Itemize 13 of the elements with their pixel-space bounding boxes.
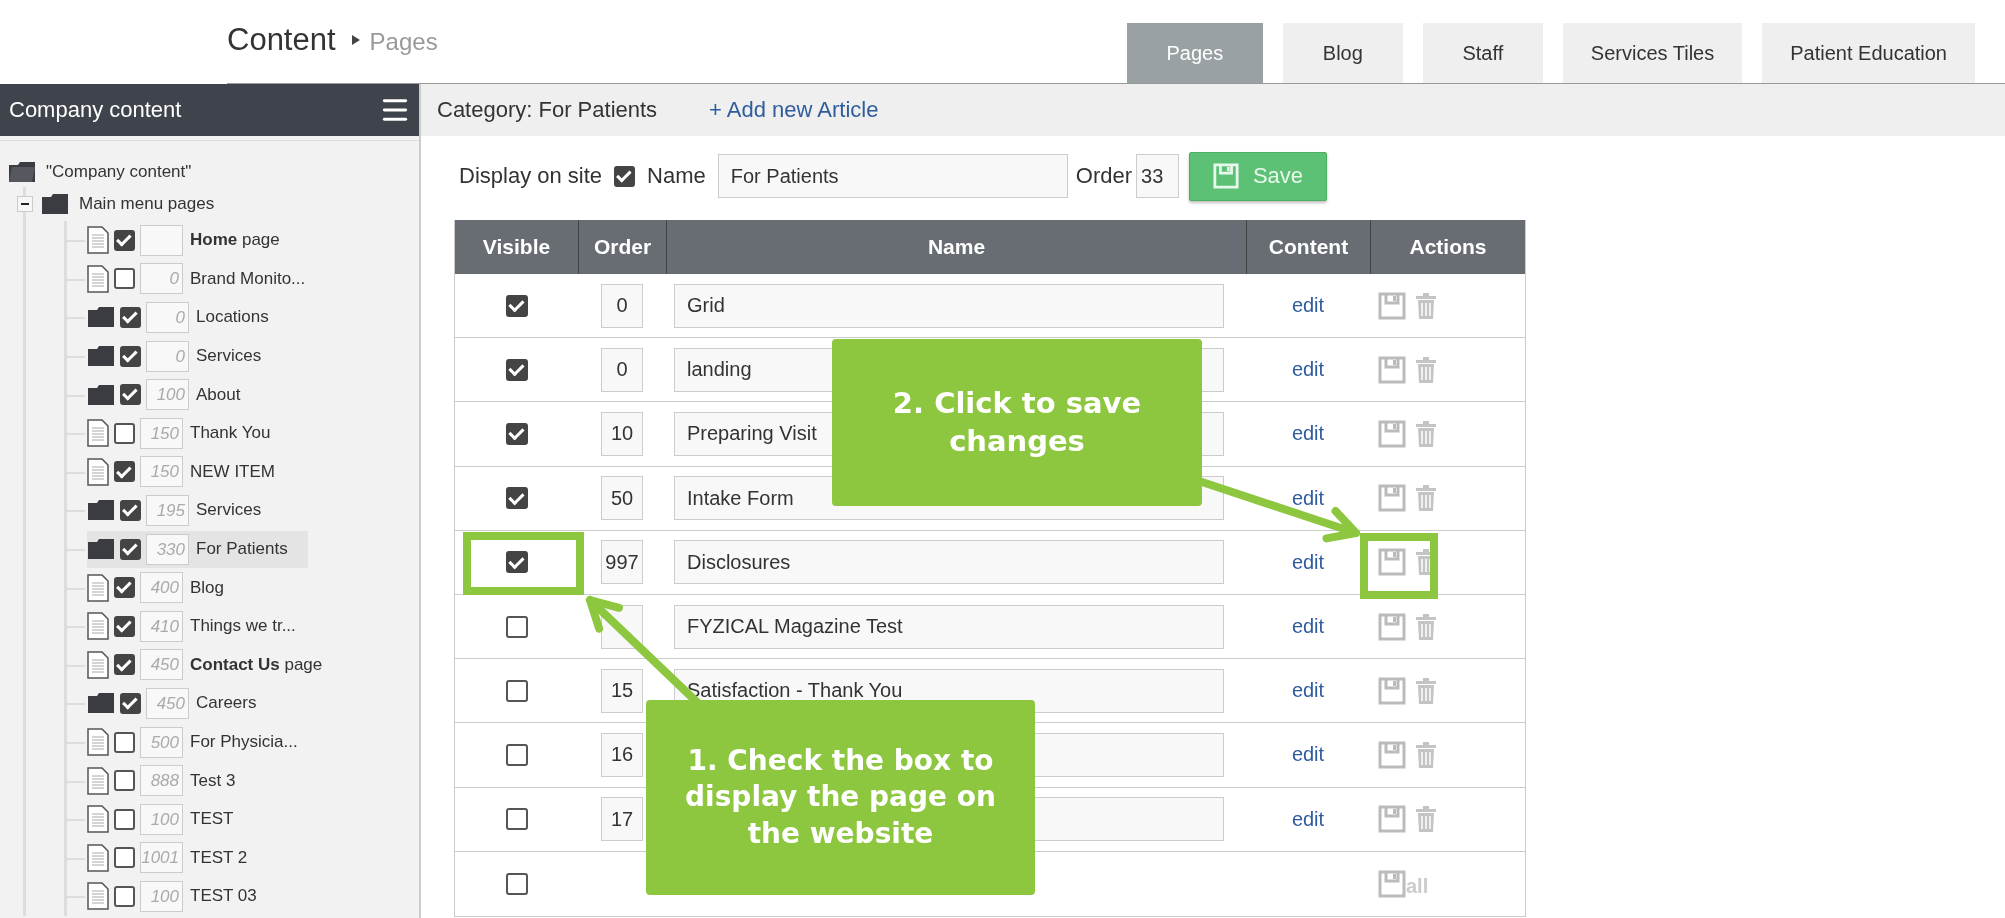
sidebar-title: Company content [9,97,182,123]
field-label: Display on site [459,163,603,189]
page-title: Content [227,21,336,58]
field-label: Order [1075,163,1132,189]
callout-tooltip: 1. Check the box to display the page on the website [646,700,1035,895]
column-header: Actions [1370,220,1525,274]
field-label: Name [647,163,706,189]
category-label: Category: For Patients [437,97,658,123]
column-header: Visible [455,220,578,274]
callout-tooltip: 2. Click to save changes [832,339,1202,506]
column-header: Content [1246,220,1370,274]
column-header: Name [666,220,1246,274]
column-header: Order [578,220,666,274]
